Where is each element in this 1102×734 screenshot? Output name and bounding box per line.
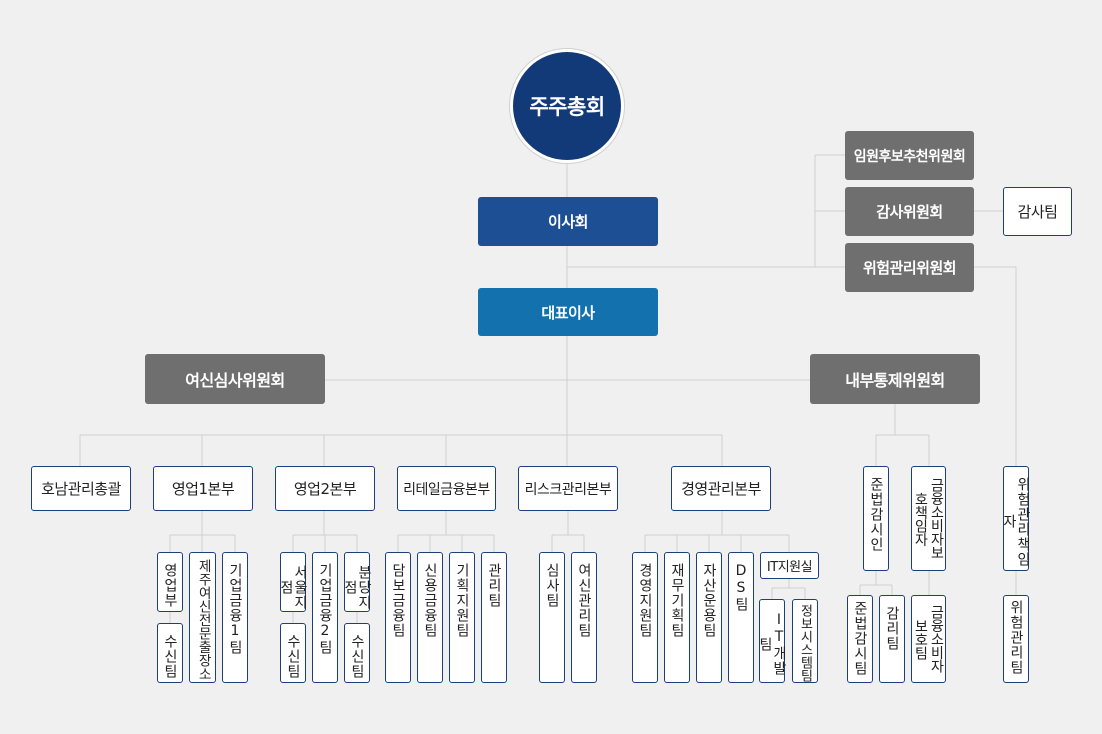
team-finance-planning-label: 재무기획팀 [669,563,685,638]
team-consumer: 금융소비자보호팀 [911,595,946,683]
team-seoul-label: 서울지점 [278,564,308,610]
team-jeju-label: 제주여신전문출장소 [195,559,212,681]
team-planning-support-label: 기획지원팀 [454,563,470,638]
team-credit-mgmt: 여신관리팀 [571,552,597,683]
division-retail: 리테일금융본부 [397,466,496,511]
team-ds-label: DS팀 [733,563,749,612]
team-planning-support: 기획지원팀 [449,552,475,683]
team-deposit-c: 수신팀 [344,623,370,683]
team-it-office: IT지원실 [760,552,819,579]
nomination-committee: 임원후보추천위원회 [845,131,974,180]
credit-review-committee: 여신심사위원회 [145,354,325,404]
team-info-sys: 정보시스템팀 [792,599,818,683]
audit-committee: 감사위원회 [845,187,974,236]
team-corp2-label: 기업금융2팀 [317,563,333,655]
division-retail-label: 리테일금융본부 [403,481,490,498]
team-it-dev-label: IT개발팀 [757,612,787,676]
team-it-office-label: IT지원실 [766,560,813,575]
team-audit-mgmt-label: 감리팀 [884,606,900,651]
team-jeju: 제주여신전문출장소 [189,552,216,683]
team-consumer-label: 금융소비자보호팀 [912,605,945,673]
officer-compliance: 준법감시인 [863,466,889,571]
team-bundang: 분당지점 [342,552,372,612]
officer-risk: 위험관리책임자 [1001,466,1031,571]
team-compliance: 준법감시팀 [847,595,873,683]
team-secured: 담보금융팀 [385,552,411,683]
team-mgmt-support-label: 경영지원팀 [637,563,653,638]
officer-consumer-label: 금융소비자보호책임자 [912,478,945,559]
division-mgmt: 경영관리본부 [671,466,771,511]
board-label: 이사회 [548,213,588,231]
nomination-label: 임원후보추천위원회 [853,148,966,165]
team-ds: DS팀 [728,552,754,683]
team-corp1-label: 기업금융1팀 [227,563,243,655]
team-risk-label: 위험관리팀 [1008,600,1024,675]
team-credit-fin-label: 신용금융팀 [422,563,438,638]
board-of-directors: 이사회 [478,197,658,246]
team-sales-dept-label: 영업부 [162,563,178,608]
team-admin-label: 관리팀 [486,563,502,608]
risk-committee: 위험관리위원회 [845,243,974,292]
team-compliance-label: 준법감시팀 [852,601,868,676]
division-sales1-label: 영업1본부 [171,480,235,498]
division-mgmt-label: 경영관리본부 [681,480,761,498]
team-credit-fin: 신용금융팀 [417,552,443,683]
team-corp1: 기업금융1팀 [222,552,248,683]
team-finance-planning: 재무기획팀 [664,552,690,683]
team-asset-mgmt-label: 자산운용팀 [701,563,717,638]
division-sales2: 영업2본부 [275,466,375,511]
division-honam: 호남관리총괄 [31,466,131,511]
ceo-label: 대표이사 [541,303,595,322]
officer-consumer: 금융소비자보호책임자 [911,466,946,571]
team-review: 심사팀 [539,552,565,683]
internal-control-label: 내부통제위원회 [845,371,945,390]
team-it-dev: IT개발팀 [757,599,787,683]
team-admin: 관리팀 [481,552,507,683]
shareholders-meeting: 주주총회 [510,49,624,163]
team-deposit-a: 수신팀 [157,623,183,683]
shareholders-label: 주주총회 [529,95,605,119]
ceo: 대표이사 [478,288,658,336]
audit-label: 감사위원회 [876,203,943,221]
audit-team-label: 감사팀 [1017,203,1058,221]
team-credit-mgmt-label: 여신관리팀 [576,563,592,638]
division-sales2-label: 영업2본부 [293,480,357,498]
team-seoul: 서울지점 [278,552,308,612]
team-deposit-c-label: 수신팀 [349,634,365,679]
credit-committee-label: 여신심사위원회 [185,371,285,390]
team-sales-dept: 영업부 [157,552,183,612]
team-risk: 위험관리팀 [1003,595,1029,683]
officer-compliance-label: 준법감시인 [868,477,884,552]
team-mgmt-support: 경영지원팀 [632,552,658,683]
team-info-sys-label: 정보시스템팀 [797,604,813,682]
team-deposit-a-label: 수신팀 [162,634,178,679]
team-asset-mgmt: 자산운용팀 [696,552,722,683]
division-honam-label: 호남관리총괄 [41,480,121,498]
team-secured-label: 담보금융팀 [390,563,406,638]
internal-control-committee: 내부통제위원회 [810,354,980,404]
team-deposit-b-label: 수신팀 [285,634,301,679]
risk-committee-label: 위험관리위원회 [862,259,957,277]
team-deposit-b: 수신팀 [280,623,306,683]
team-review-label: 심사팀 [544,563,560,608]
team-audit-mgmt: 감리팀 [879,595,905,683]
division-risk-label: 리스크관리본부 [524,481,612,498]
team-bundang-label: 분당지점 [342,564,372,610]
officer-risk-label: 위험관리책임자 [1001,476,1031,567]
team-corp2: 기업금융2팀 [312,552,338,683]
division-risk: 리스크관리본부 [518,466,618,511]
division-sales1: 영업1본부 [153,466,253,511]
audit-team: 감사팀 [1003,187,1072,236]
